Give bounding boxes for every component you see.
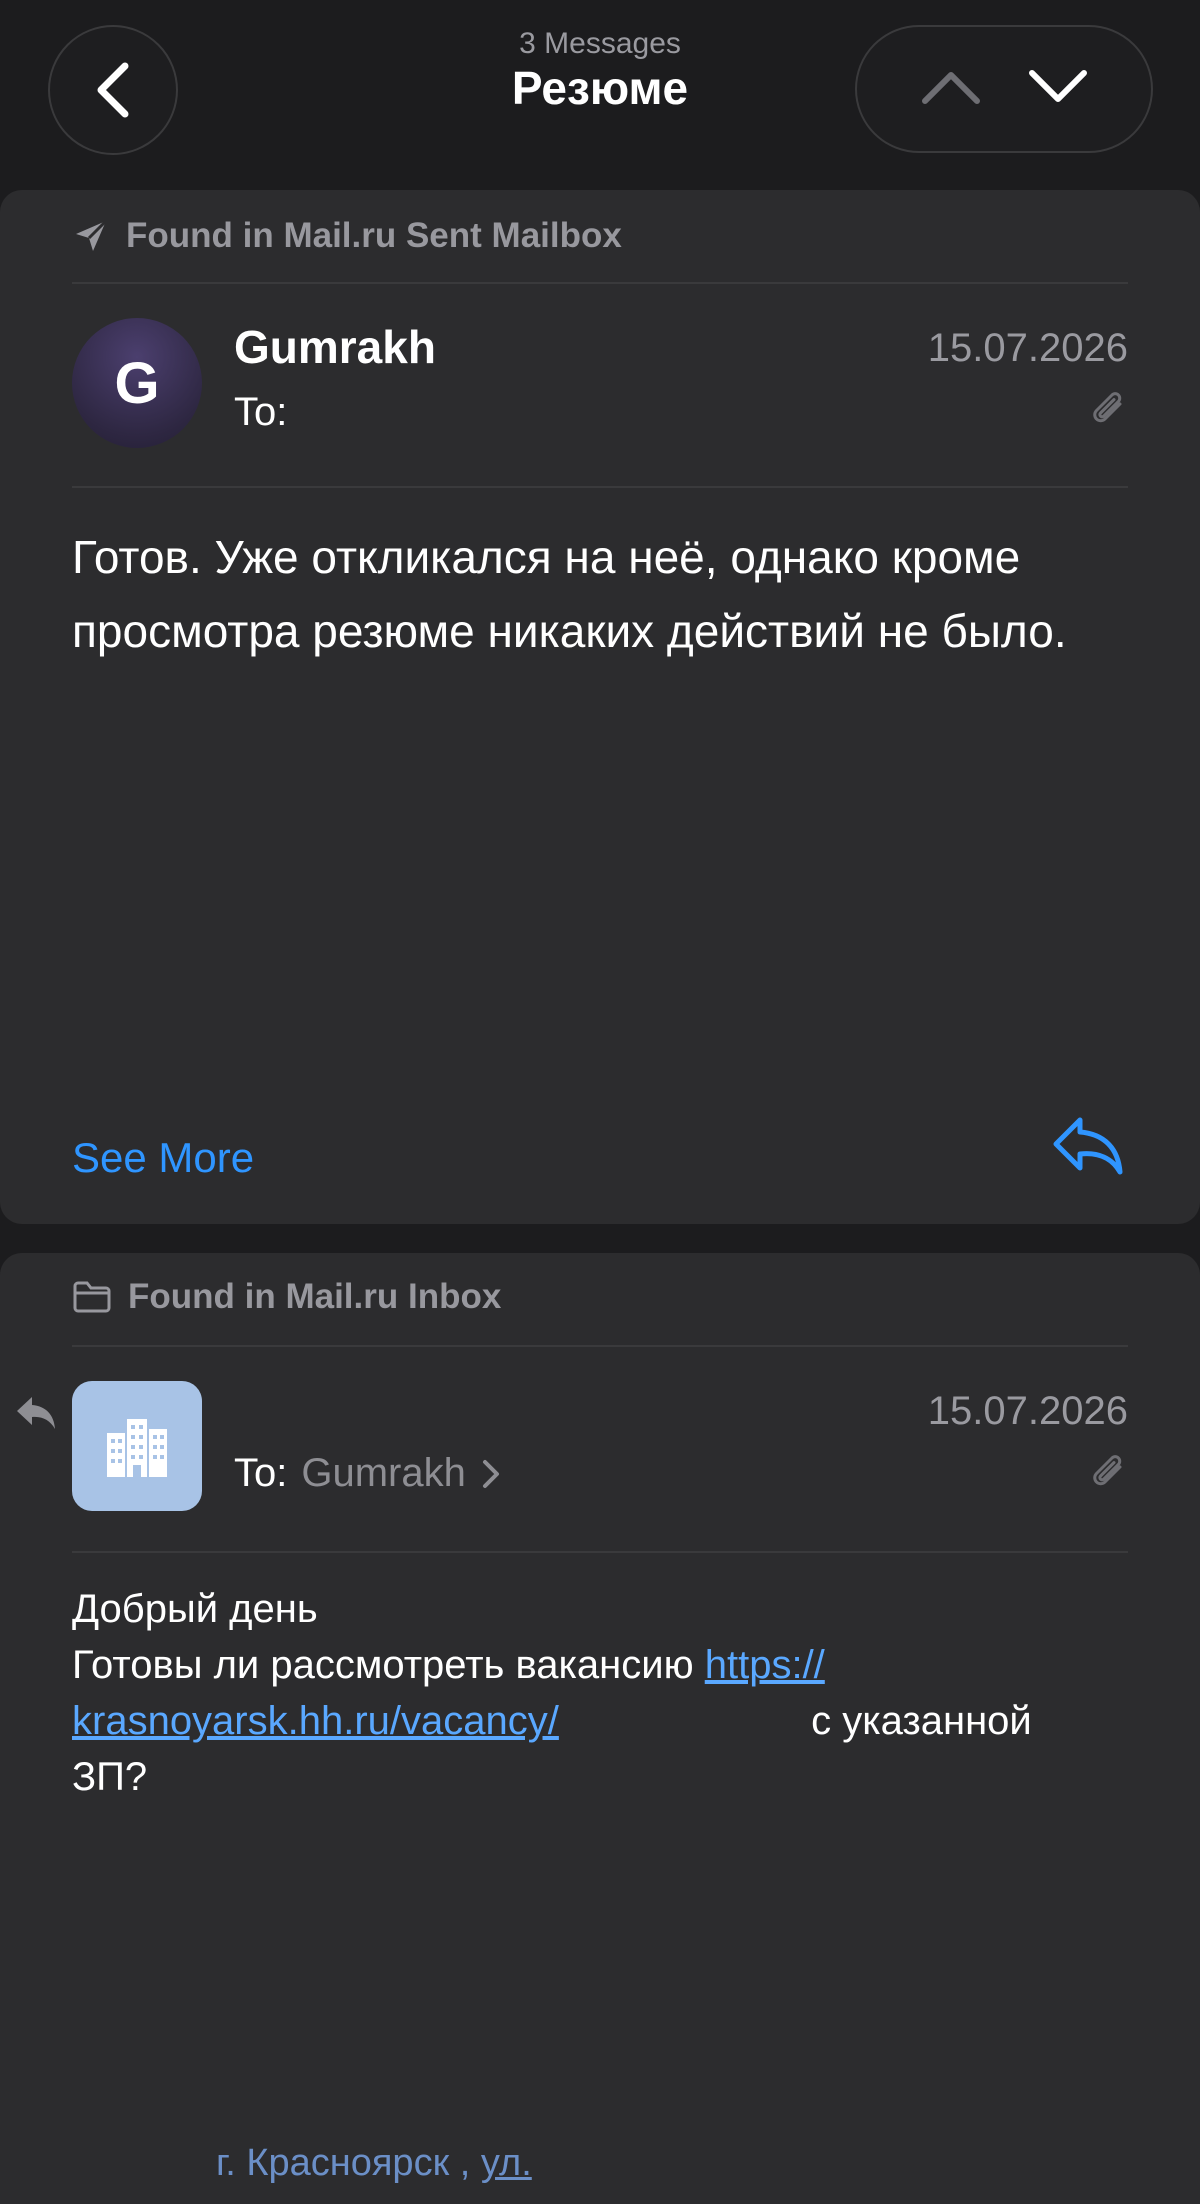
recipient-line[interactable]: To: Gumrakh (234, 1451, 500, 1496)
back-button[interactable] (48, 25, 178, 155)
reply-icon[interactable] (1050, 1112, 1126, 1183)
message-count: 3 Messages (519, 27, 681, 60)
divider (72, 1551, 1128, 1553)
to-label: To: (234, 390, 288, 434)
paper-plane-icon (72, 217, 110, 255)
message-date: 15.07.2026 (927, 1389, 1128, 1433)
see-more-link[interactable]: See More (72, 1134, 254, 1182)
recipient-name[interactable]: Gumrakh (301, 1451, 466, 1496)
address-city: г. Красноярск , (216, 2142, 471, 2184)
signature-address: г. Красноярск , ул. (216, 2142, 532, 2185)
paperclip-icon (1090, 390, 1128, 435)
divider (72, 282, 1128, 284)
previous-message-button[interactable] (921, 69, 981, 110)
thread-header: 3 Messages Резюме (0, 0, 1200, 190)
mailbox-source: Found in Mail.ru Inbox (72, 1277, 501, 1317)
building-icon (107, 1419, 167, 1477)
mail-thread-screen: 3 Messages Резюме Found in Mail.ru Sent … (0, 0, 1200, 2204)
question-prefix: Готовы ли рассмотреть вакансию (72, 1643, 694, 1687)
sender-avatar[interactable]: G (72, 318, 202, 448)
message-date: 15.07.2026 (927, 326, 1128, 370)
chevron-right-icon (482, 1459, 499, 1488)
divider (72, 486, 1128, 488)
question-line-2: krasnoyarsk.hh.ru/vacancy/ с указанной (72, 1693, 1132, 1749)
message-body: Готов. Уже откликался на неё, однако кро… (72, 531, 1067, 657)
thread-title-block: 3 Messages Резюме (400, 26, 800, 114)
chevron-down-icon (1028, 69, 1087, 102)
address-street[interactable]: ул. (481, 2142, 532, 2184)
greeting-line: Добрый день (72, 1587, 318, 1631)
mailbox-source-label: Found in Mail.ru Sent Mailbox (126, 216, 622, 255)
sender-name[interactable]: Gumrakh (234, 320, 436, 374)
chevron-up-icon (921, 71, 980, 104)
company-avatar[interactable] (72, 1381, 202, 1511)
message-card-inbox[interactable]: Found in Mail.ru Inbox 15.07.2026 To: Gu… (0, 1253, 1200, 2204)
mailbox-source: Found in Mail.ru Sent Mailbox (72, 216, 622, 256)
vacancy-link-part1[interactable]: https:// (705, 1643, 825, 1687)
vacancy-link-part2[interactable]: krasnoyarsk.hh.ru/vacancy/ (72, 1699, 559, 1743)
message-card-sent[interactable]: Found in Mail.ru Sent Mailbox G Gumrakh … (0, 190, 1200, 1224)
mailbox-source-label: Found in Mail.ru Inbox (128, 1277, 502, 1316)
question-suffix: с указанной (811, 1699, 1032, 1743)
to-label: To: (234, 1451, 288, 1495)
message-body: Добрый день Готовы ли рассмотреть ваканс… (72, 1581, 1132, 1805)
paperclip-icon (1090, 1453, 1128, 1498)
chevron-left-icon (97, 62, 129, 118)
question-line: Готовы ли рассмотреть вакансию https:// (72, 1637, 1132, 1693)
thread-title: Резюме (511, 62, 689, 114)
question-end: ЗП? (72, 1755, 148, 1799)
divider (72, 1345, 1128, 1347)
replied-indicator-icon (14, 1393, 58, 1438)
message-navigation (855, 25, 1153, 153)
recipient-line[interactable]: To: (234, 390, 287, 435)
folder-icon (72, 1280, 112, 1314)
next-message-button[interactable] (1028, 69, 1088, 110)
